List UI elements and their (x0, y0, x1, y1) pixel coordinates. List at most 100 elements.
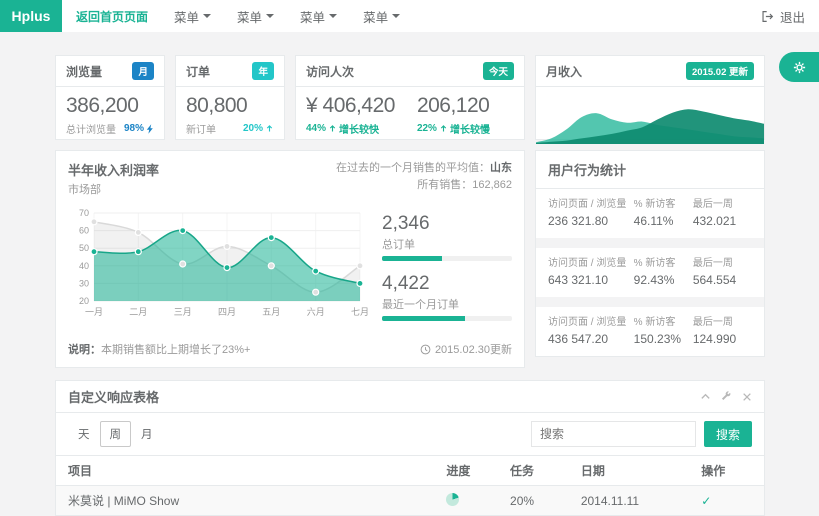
svg-text:20: 20 (79, 296, 89, 306)
stat-value: 643 321.10 (548, 273, 634, 287)
search-input[interactable] (531, 421, 696, 447)
svg-text:五月: 五月 (262, 307, 280, 317)
search-button[interactable]: 搜索 (704, 421, 752, 447)
projects-table: 项目 进度 任务 日期 操作 米莫说 | MiMO Show 20% 2014.… (56, 455, 764, 515)
col-header-action[interactable]: 操作 (693, 456, 764, 486)
nav-links: 返回首页页面 菜单 菜单 菜单 菜单 (62, 0, 400, 32)
all-sales-label: 所有销售： (417, 179, 472, 191)
stat-label: % 新访客 (634, 315, 693, 330)
profit-line-chart: 一月二月三月四月五月六月七月203040506070 (68, 205, 368, 321)
caret-down-icon (266, 14, 274, 18)
logout-button[interactable]: 退出 (761, 0, 819, 32)
pie-progress-icon (446, 493, 459, 506)
stat-label: 最后一周 (693, 256, 752, 271)
period-badge: 年 (252, 62, 274, 80)
user-stat-row: 访问页面 / 浏览量236 321.80 % 新访客46.11% 最后一周432… (536, 189, 764, 238)
total-orders-value: 2,346 (382, 213, 512, 235)
note-label: 说明： (68, 344, 101, 356)
updated-badge: 2015.02 更新 (686, 62, 754, 80)
orders-value: 80,800 (186, 94, 274, 118)
col-header-task[interactable]: 任务 (502, 456, 573, 486)
views-percent: 98% (124, 123, 144, 134)
menu-label: 菜单 (363, 7, 388, 26)
user-stat-row: 访问页面 / 浏览量436 547.20 % 新访客150.23% 最后一周12… (536, 297, 764, 356)
stat-label: % 新访客 (634, 197, 693, 212)
cell-project: 米莫说 | MiMO Show (56, 486, 438, 516)
views-sub-label: 总计浏览量 (66, 121, 116, 136)
stat-value: 236 321.80 (548, 214, 634, 228)
svg-text:三月: 三月 (174, 307, 192, 317)
responsive-table-panel: 自定义响应表格 天 周 月 搜索 (55, 380, 765, 516)
top-navbar: Hplus 返回首页页面 菜单 菜单 菜单 菜单 退出 (0, 0, 819, 32)
period-badge: 今天 (483, 62, 514, 80)
stat-label: % 新访客 (634, 256, 693, 271)
card-orders: 订单 年 80,800 新订单 20% (175, 55, 285, 140)
menu-label: 菜单 (174, 7, 199, 26)
period-badge: 月 (132, 62, 154, 80)
menu-dropdown-3[interactable]: 菜单 (300, 7, 337, 26)
panel-title: 用户行为统计 (548, 160, 626, 179)
svg-text:四月: 四月 (218, 307, 236, 317)
stat-value: 46.11% (634, 214, 693, 228)
card-title: 访问人次 (306, 63, 354, 80)
tab-week[interactable]: 周 (100, 421, 132, 447)
menu-dropdown-4[interactable]: 菜单 (363, 7, 400, 26)
caret-down-icon (329, 14, 337, 18)
menu-label: 菜单 (237, 7, 262, 26)
stat-label: 访问页面 / 浏览量 (548, 197, 634, 212)
stat-value: 564.554 (693, 273, 752, 287)
panel-title: 自定义响应表格 (68, 387, 159, 406)
brand-logo[interactable]: Hplus (0, 0, 62, 32)
col-header-project[interactable]: 项目 (56, 456, 438, 486)
check-icon[interactable]: ✓ (701, 494, 711, 508)
tab-day[interactable]: 天 (68, 421, 100, 447)
stat-label: 访问页面 / 浏览量 (548, 315, 634, 330)
orders-percent: 20% (243, 123, 263, 134)
sales-summary: 在过去的一个月销售的平均值：山东 所有销售：162,862 (336, 160, 512, 197)
gear-icon (792, 60, 807, 75)
col-header-progress[interactable]: 进度 (438, 456, 502, 486)
visits-secondary-trend: 增长较慢 (450, 121, 490, 136)
theme-settings-button[interactable] (779, 52, 819, 82)
table-row[interactable]: 米莫说 | MiMO Show 20% 2014.11.11 ✓ (56, 486, 764, 516)
collapse-button[interactable] (700, 391, 711, 402)
clock-icon (420, 344, 431, 355)
visits-count: 206,120 (417, 94, 490, 118)
tab-month[interactable]: 月 (131, 421, 163, 447)
bolt-icon (146, 124, 154, 134)
income-area-chart (536, 88, 764, 144)
visits-primary: ¥ 406,420 44% 增长较快 (306, 94, 395, 136)
svg-text:30: 30 (79, 278, 89, 288)
svg-text:七月: 七月 (351, 307, 368, 317)
user-stat-row: 访问页面 / 浏览量643 321.10 % 新访客92.43% 最后一周564… (536, 238, 764, 297)
card-title: 订单 (186, 63, 210, 80)
config-button[interactable] (721, 391, 732, 402)
visits-secondary-percent: 22% (417, 123, 437, 134)
card-title: 浏览量 (66, 63, 102, 80)
orders-summary: 2,346 总订单 4,422 最近一个月订单 (368, 205, 512, 333)
menu-dropdown-2[interactable]: 菜单 (237, 7, 274, 26)
stat-value: 432.021 (693, 214, 752, 228)
stat-value: 124.990 (693, 332, 752, 346)
stat-label: 访问页面 / 浏览量 (548, 256, 634, 271)
total-orders-label: 总订单 (382, 236, 512, 252)
col-header-date[interactable]: 日期 (573, 456, 693, 486)
stat-cards-row: 浏览量 月 386,200 总计浏览量 98% 订单 年 80,800 新订单 (55, 55, 765, 140)
caret-down-icon (203, 14, 211, 18)
last-updated: 2015.02.30更新 (420, 341, 512, 357)
home-link[interactable]: 返回首页页面 (76, 8, 148, 25)
updated-text: 2015.02.30更新 (435, 341, 512, 357)
svg-text:40: 40 (79, 261, 89, 271)
panel-title: 半年收入利润率 (68, 160, 159, 179)
month-orders-progress (382, 316, 512, 321)
cell-date: 2014.11.11 (573, 486, 693, 516)
close-button[interactable] (742, 392, 752, 402)
svg-text:60: 60 (79, 226, 89, 236)
menu-dropdown-1[interactable]: 菜单 (174, 7, 211, 26)
visits-primary-percent: 44% (306, 123, 326, 134)
level-up-icon (265, 124, 274, 133)
stat-value: 150.23% (634, 332, 693, 346)
page-content: 浏览量 月 386,200 总计浏览量 98% 订单 年 80,800 新订单 (55, 55, 765, 516)
visits-primary-trend: 增长较快 (339, 121, 379, 136)
logout-label: 退出 (780, 7, 805, 26)
